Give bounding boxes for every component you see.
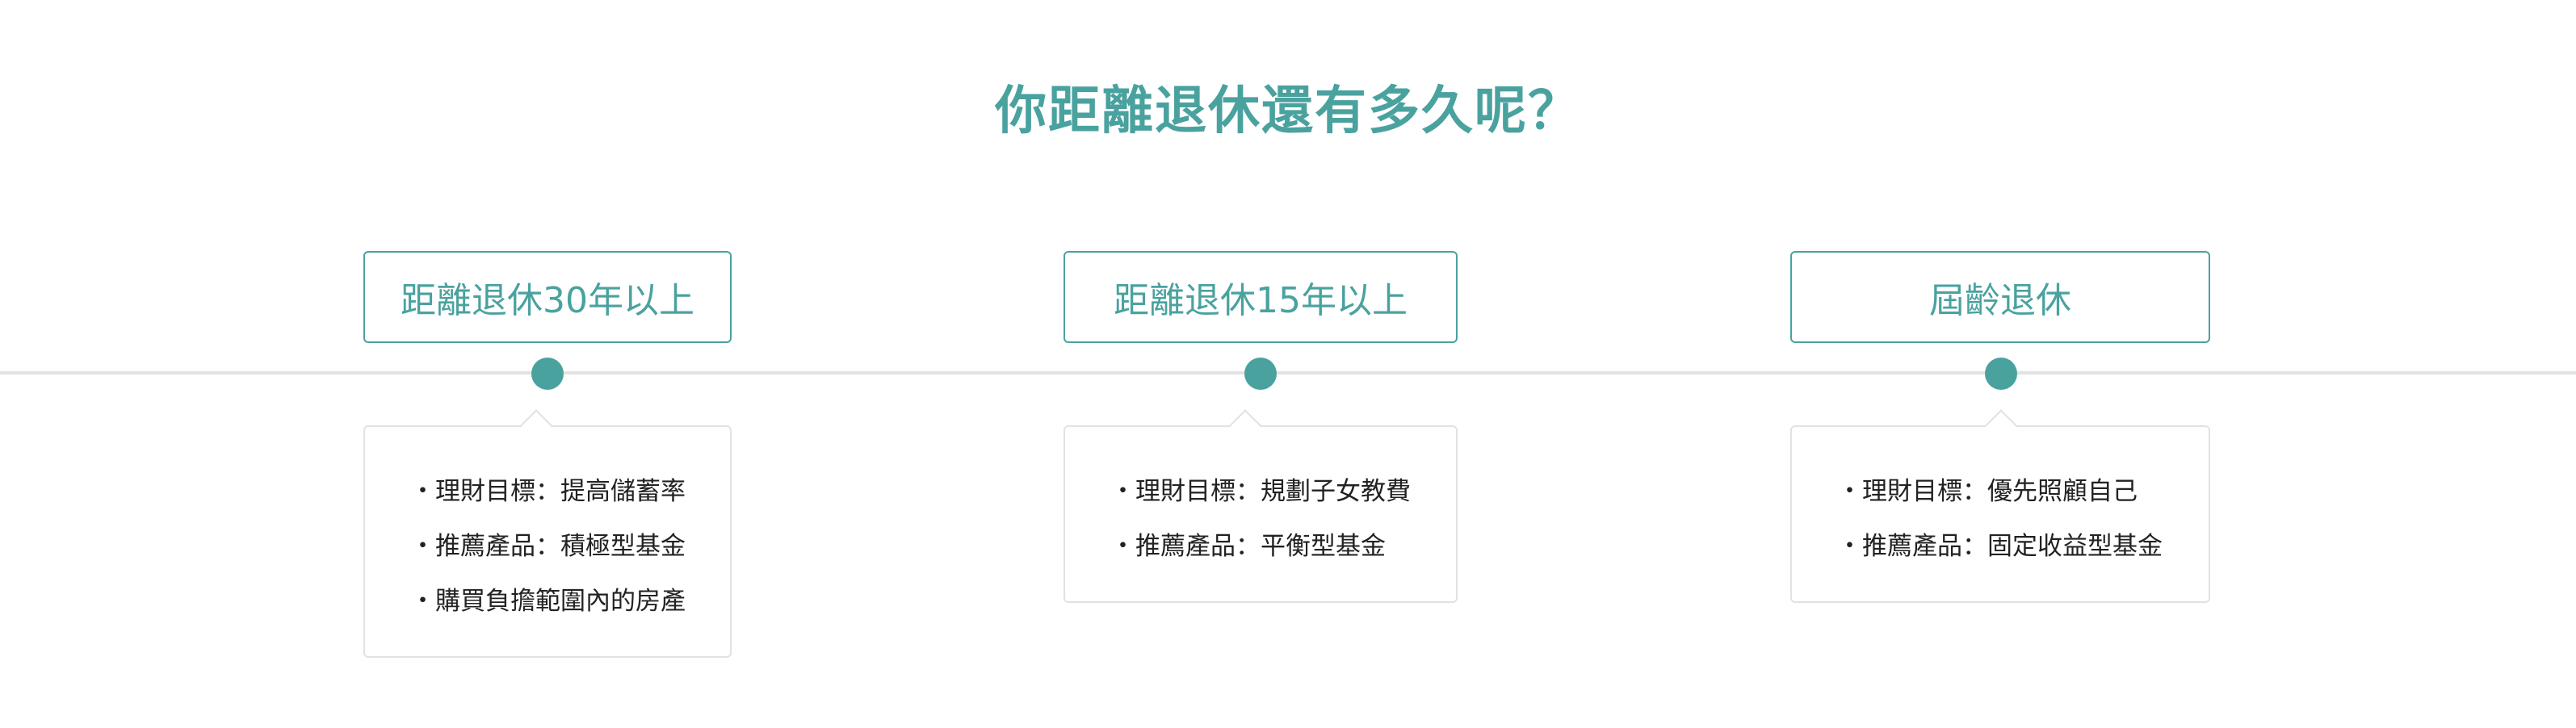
detail-item: ・購買負擔範圍內的房產 xyxy=(410,587,686,616)
detail-item: ・推薦產品：固定收益型基金 xyxy=(1837,532,2163,561)
detail-item: ・推薦產品：平衡型基金 xyxy=(1110,532,1386,561)
card-pointer xyxy=(520,409,552,441)
detail-card-retirement: ・理財目標：優先照顧自己 ・推薦產品：固定收益型基金 xyxy=(1790,409,2210,603)
detail-list: ・理財目標：規劃子女教費 ・推薦產品：平衡型基金 xyxy=(1065,464,1456,574)
stage-label-30-years: 距離退休30年以上 xyxy=(363,251,732,343)
card-pointer xyxy=(1229,409,1261,441)
detail-card-30-years: ・理財目標：提高儲蓄率 ・推薦產品：積極型基金 ・購買負擔範圍內的房產 xyxy=(363,409,732,658)
timeline-dot-15-years xyxy=(1244,358,1277,390)
page-title: 你距離退休還有多久呢？ xyxy=(995,82,1581,141)
detail-list: ・理財目標：優先照顧自己 ・推薦產品：固定收益型基金 xyxy=(1792,464,2209,574)
detail-item: ・理財目標：優先照顧自己 xyxy=(1837,477,2138,506)
detail-card-15-years: ・理財目標：規劃子女教費 ・推薦產品：平衡型基金 xyxy=(1064,409,1458,603)
detail-list: ・理財目標：提高儲蓄率 ・推薦產品：積極型基金 ・購買負擔範圍內的房產 xyxy=(365,464,730,629)
detail-item: ・理財目標：規劃子女教費 xyxy=(1110,477,1411,506)
detail-item: ・推薦產品：積極型基金 xyxy=(410,532,686,561)
stage-label-retirement: 屆齡退休 xyxy=(1790,251,2210,343)
timeline-dot-retirement xyxy=(1985,358,2017,390)
timeline-line xyxy=(0,371,2576,374)
detail-item: ・理財目標：提高儲蓄率 xyxy=(410,477,686,506)
timeline-dot-30-years xyxy=(531,358,564,390)
card-pointer xyxy=(1985,409,2017,441)
stage-label-15-years: 距離退休15年以上 xyxy=(1064,251,1458,343)
